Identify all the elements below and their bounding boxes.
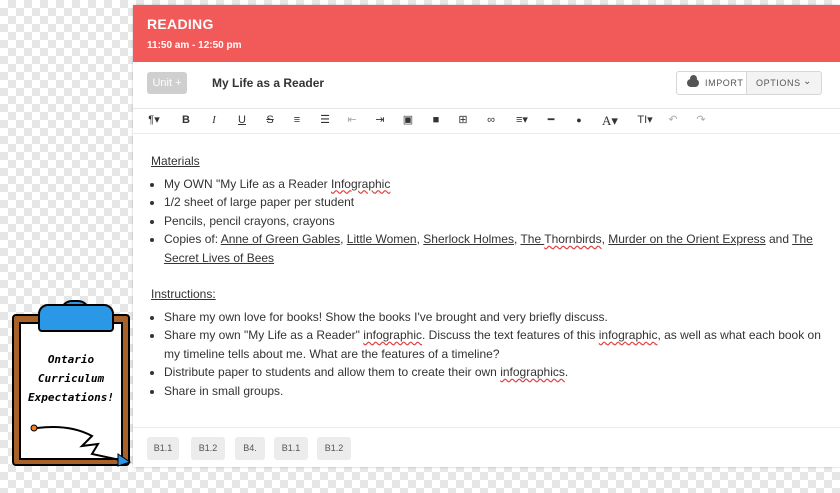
instructions-list: Share my own love for books! Show the bo… <box>151 308 823 401</box>
expectation-tag[interactable]: B4. <box>235 437 265 460</box>
align-dropdown[interactable]: ≡▾ <box>511 112 533 129</box>
indent-button[interactable]: ⇥ <box>373 112 387 129</box>
expectation-tag[interactable]: B1.1 <box>274 437 308 460</box>
list-item-text: My OWN "My Life as a Reader <box>164 176 331 191</box>
font-size-dropdown[interactable]: TI▾ <box>633 112 657 129</box>
italic-button[interactable]: I <box>207 112 221 129</box>
import-button[interactable]: IMPORT <box>676 71 748 95</box>
list-item-text: . Discuss the text features of this <box>422 328 599 342</box>
paragraph-format-dropdown[interactable]: ¶▾ <box>143 112 165 129</box>
chevron-down-icon: ⌄ <box>803 76 812 87</box>
expectation-tag[interactable]: B1.2 <box>317 437 351 460</box>
clipboard-clip-icon <box>38 304 114 332</box>
list-item: Copies of: Anne of Green Gables, Little … <box>164 230 823 267</box>
insert-video-button[interactable]: ■ <box>429 112 443 129</box>
horizontal-rule-button[interactable]: ━ <box>544 112 558 129</box>
spelling-flag: Thornbirds <box>544 232 602 246</box>
strikethrough-button[interactable]: S <box>263 112 277 129</box>
unordered-list-button[interactable]: ☰ <box>318 112 332 129</box>
clipboard-text: Ontario Curriculum Expectations! <box>19 350 123 407</box>
materials-list: My OWN "My Life as a Reader Infographic … <box>151 175 823 268</box>
ordered-list-button[interactable]: ≡ <box>290 112 304 129</box>
book-title: Little Women <box>346 232 417 246</box>
insert-link-button[interactable]: ∞ <box>484 112 498 129</box>
lesson-card: READING 11:50 am - 12:50 pm Unit + My Li… <box>133 5 840 467</box>
list-item: Distribute paper to students and allow t… <box>164 363 823 382</box>
curriculum-clipboard-graphic: Ontario Curriculum Expectations! <box>0 300 150 475</box>
list-item: 1/2 sheet of large paper per student <box>164 193 823 212</box>
options-dropdown[interactable]: OPTIONS ⌄ <box>746 71 822 95</box>
lesson-title[interactable]: My Life as a Reader <box>212 76 324 90</box>
expectation-tag[interactable]: B1.1 <box>147 437 179 460</box>
list-item-text: Copies of: <box>164 232 221 246</box>
lesson-content[interactable]: Materials My OWN "My Life as a Reader In… <box>151 152 823 400</box>
clipboard-line: Expectations! <box>27 391 115 404</box>
book-title: Anne of Green Gables <box>220 232 341 246</box>
book-title: The <box>520 232 545 246</box>
redo-button[interactable]: ↷ <box>694 112 708 129</box>
list-item: Pencils, pencil crayons, crayons <box>164 212 823 231</box>
list-item: My OWN "My Life as a Reader Infographic <box>164 175 823 194</box>
undo-button[interactable]: ↶ <box>666 112 680 129</box>
list-item-text: Share my own "My Life as a Reader" <box>164 328 364 342</box>
unit-button[interactable]: Unit + <box>147 72 187 94</box>
clipboard-line: Curriculum <box>37 372 105 385</box>
materials-heading: Materials <box>151 154 200 168</box>
list-item: Share in small groups. <box>164 382 823 401</box>
spelling-flag: infographic <box>598 328 658 342</box>
outdent-button[interactable]: ⇤ <box>345 112 359 129</box>
list-item-text: . <box>564 365 569 379</box>
time-range: 11:50 am - 12:50 pm <box>147 40 242 51</box>
font-family-dropdown[interactable]: A▾ <box>599 112 621 129</box>
spelling-flag: Infographic <box>330 176 391 191</box>
separator: and <box>765 232 793 246</box>
spelling-flag: infographic <box>363 328 422 342</box>
text-color-button[interactable]: ● <box>572 112 586 129</box>
editor-toolbar: ¶▾ B I U S ≡ ☰ ⇤ ⇥ ▣ ■ ⊞ ∞ ≡▾ ━ ● A▾ TI▾… <box>133 109 840 134</box>
expectation-tag[interactable]: B1.2 <box>191 437 225 460</box>
list-item-text: Distribute paper to students and allow t… <box>164 365 501 379</box>
cloud-upload-icon <box>687 75 699 87</box>
arrow-icon <box>30 424 132 467</box>
insert-table-button[interactable]: ⊞ <box>456 112 470 129</box>
options-label: OPTIONS <box>756 78 801 88</box>
unit-row: Unit + My Life as a Reader IMPORT OPTION… <box>133 62 840 109</box>
subject-title: READING <box>147 16 214 32</box>
list-item: Share my own "My Life as a Reader" infog… <box>164 326 823 363</box>
book-title: Sherlock Holmes <box>423 232 514 246</box>
underline-button[interactable]: U <box>235 112 249 129</box>
book-title: Murder on the Orient Express <box>608 232 766 246</box>
insert-image-button[interactable]: ▣ <box>401 112 415 129</box>
separator: , <box>340 232 347 246</box>
expectations-footer: B1.1 B1.2 B4. B1.1 B1.2 <box>133 427 840 468</box>
clipboard-line: Ontario <box>47 353 95 366</box>
spelling-flag: infographics <box>500 365 565 379</box>
bold-button[interactable]: B <box>179 112 193 129</box>
instructions-heading: Instructions: <box>151 287 216 301</box>
lesson-header: READING 11:50 am - 12:50 pm <box>133 5 840 62</box>
import-label: IMPORT <box>705 78 744 88</box>
list-item: Share my own love for books! Show the bo… <box>164 308 823 327</box>
